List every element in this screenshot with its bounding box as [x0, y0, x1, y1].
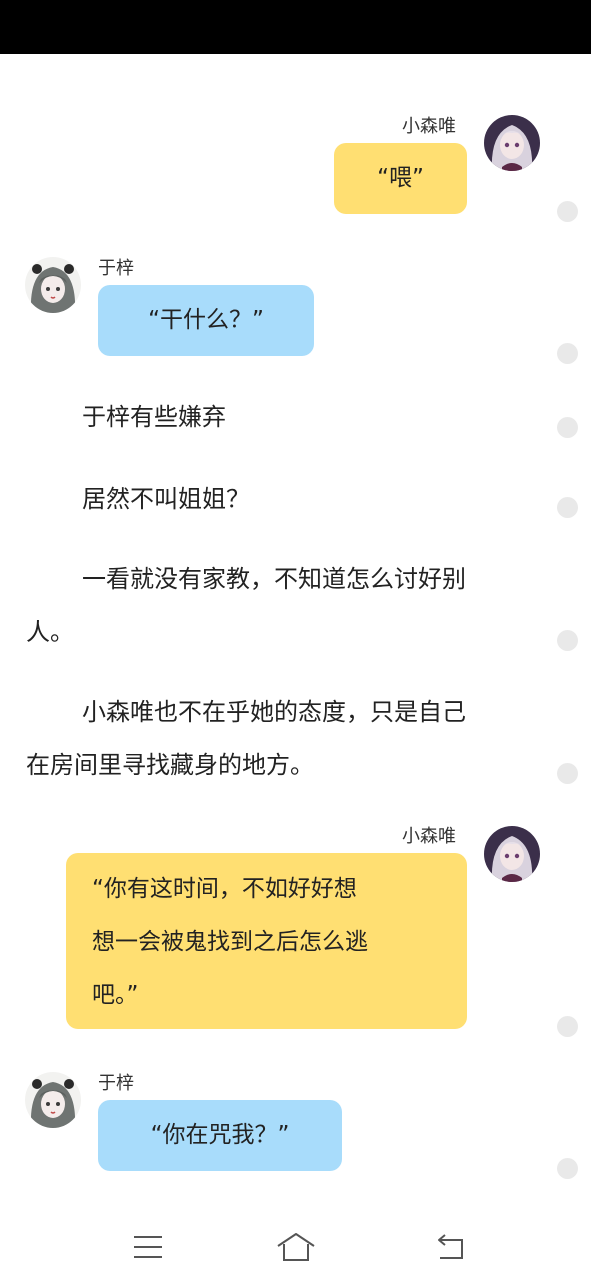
avatar[interactable]: [25, 257, 81, 313]
home-button[interactable]: [275, 1230, 315, 1264]
message-bubble[interactable]: “你在咒我？”: [98, 1100, 342, 1171]
comment-dot[interactable]: [557, 630, 578, 651]
avatar-gray-haired-girl-icon: [25, 257, 81, 313]
message-line: 想一会被鬼找到之后怎么逃: [92, 929, 368, 955]
comment-dot[interactable]: [557, 201, 578, 222]
menu-icon: [134, 1236, 162, 1258]
narration-paragraph: 一看就没有家教，不知道怎么讨好别 人。: [26, 553, 546, 659]
comment-dot[interactable]: [557, 1016, 578, 1037]
comment-dot[interactable]: [557, 1158, 578, 1179]
home-icon: [277, 1233, 315, 1261]
message-bubble[interactable]: “你有这时间，不如好好想 想一会被鬼找到之后怎么逃 吧。”: [66, 853, 467, 1029]
avatar-pale-haired-girl-icon: [484, 115, 540, 171]
avatar[interactable]: [484, 115, 540, 171]
message-line: “你有这时间，不如好好想: [92, 876, 357, 902]
message-bubble[interactable]: “喂”: [334, 143, 467, 214]
narration-line: 人。: [26, 618, 74, 646]
avatar[interactable]: [25, 1072, 81, 1128]
narration-paragraph: 小森唯也不在乎她的态度，只是自己 在房间里寻找藏身的地方。: [26, 686, 546, 792]
comment-dot[interactable]: [557, 497, 578, 518]
narration-paragraph: 居然不叫姐姐？: [26, 473, 546, 526]
message-line: 吧。”: [92, 982, 139, 1008]
avatar-pale-haired-girl-icon: [484, 826, 540, 882]
narration-line: 于梓有些嫌弃: [82, 403, 226, 431]
comment-dot[interactable]: [557, 763, 578, 784]
narration-line: 小森唯也不在乎她的态度，只是自己: [82, 698, 466, 726]
speaker-name: 于梓: [98, 258, 134, 279]
comment-dot[interactable]: [557, 417, 578, 438]
message-bubble[interactable]: “干什么？”: [98, 285, 314, 356]
narration-line: 在房间里寻找藏身的地方。: [26, 751, 314, 779]
narration-paragraph: 于梓有些嫌弃: [26, 391, 546, 444]
status-bar: [0, 0, 591, 54]
narration-line: 居然不叫姐姐？: [82, 485, 250, 513]
system-nav-bar: [0, 1212, 591, 1280]
speaker-name: 于梓: [98, 1073, 134, 1094]
speaker-name: 小森唯: [402, 826, 456, 847]
avatar-gray-haired-girl-icon: [25, 1072, 81, 1128]
speaker-name: 小森唯: [402, 116, 456, 137]
back-icon: [438, 1234, 463, 1259]
narration-line: 一看就没有家教，不知道怎么讨好别: [82, 565, 466, 593]
comment-dot[interactable]: [557, 343, 578, 364]
back-button[interactable]: [432, 1230, 472, 1264]
avatar[interactable]: [484, 826, 540, 882]
menu-button[interactable]: [128, 1230, 168, 1264]
